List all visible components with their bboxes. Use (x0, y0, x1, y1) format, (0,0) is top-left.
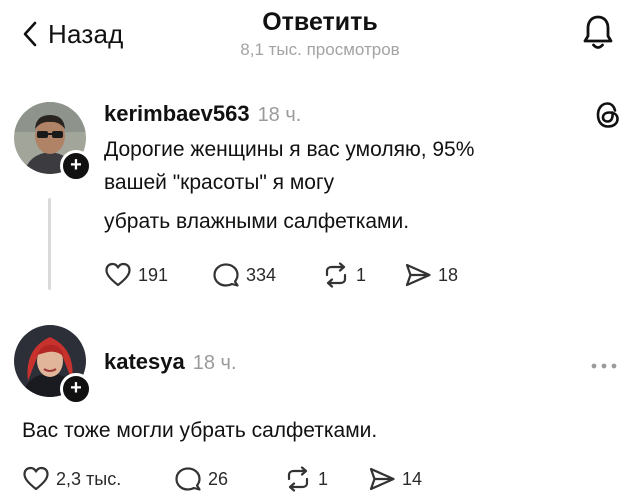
thread-line (48, 198, 51, 290)
reply-header: katesya 18 ч. (104, 349, 237, 375)
heart-icon (23, 466, 49, 491)
repost-icon (325, 262, 347, 288)
follow-plus-icon[interactable]: + (60, 150, 92, 182)
comment-icon (213, 263, 239, 287)
post-header: kerimbaev563 18 ч. (104, 101, 301, 127)
share-count: 18 (438, 264, 459, 285)
reply-time: 18 ч. (192, 352, 237, 374)
reply-actions: 2,3 тыс. 26 1 14 (22, 466, 462, 494)
repost-count: 1 (318, 468, 329, 489)
share-button[interactable]: 18 (404, 262, 458, 288)
post-line: Дорогие женщины я вас умоляю, 95% (104, 138, 475, 161)
reply-body: Вас тоже могли убрать салфетками. (22, 419, 378, 442)
comment-count: 334 (246, 264, 277, 285)
post-actions: 191 334 1 18 (104, 262, 524, 290)
follow-plus-icon[interactable]: + (60, 373, 92, 405)
threads-logo-button[interactable] (594, 100, 622, 135)
send-icon (405, 263, 431, 287)
post-time: 18 ч. (257, 104, 302, 126)
share-count: 14 (402, 468, 423, 489)
more-options-button[interactable] (590, 357, 618, 375)
share-button[interactable]: 14 (368, 466, 422, 492)
post-line: убрать влажными салфетками. (104, 210, 410, 233)
post-username[interactable]: kerimbaev563 (104, 101, 250, 127)
reply-username[interactable]: katesya (104, 349, 185, 375)
comment-button[interactable]: 334 (212, 262, 276, 288)
comment-button[interactable]: 26 (174, 466, 228, 492)
like-button[interactable]: 2,3 тыс. (22, 466, 121, 492)
repost-count: 1 (356, 264, 367, 285)
repost-button[interactable]: 1 (322, 262, 366, 288)
repost-button[interactable]: 1 (284, 466, 328, 492)
comment-icon (175, 467, 201, 491)
like-count: 191 (138, 264, 169, 285)
views-count: 8,1 тыс. просмотров (240, 40, 400, 59)
comment-count: 26 (208, 468, 229, 489)
bell-icon (583, 15, 613, 49)
post-body: Дорогие женщины я вас умоляю, 95% вашей … (104, 133, 604, 238)
heart-icon (105, 262, 131, 287)
post-line: вашей "красоты" я могу (104, 171, 335, 194)
more-dots-icon (591, 363, 617, 369)
notifications-button[interactable] (582, 14, 614, 57)
like-count: 2,3 тыс. (56, 468, 122, 489)
page-title: Ответить (262, 8, 378, 36)
like-button[interactable]: 191 (104, 262, 168, 288)
threads-logo-icon (596, 102, 619, 128)
repost-icon (287, 466, 309, 492)
send-icon (369, 467, 395, 491)
